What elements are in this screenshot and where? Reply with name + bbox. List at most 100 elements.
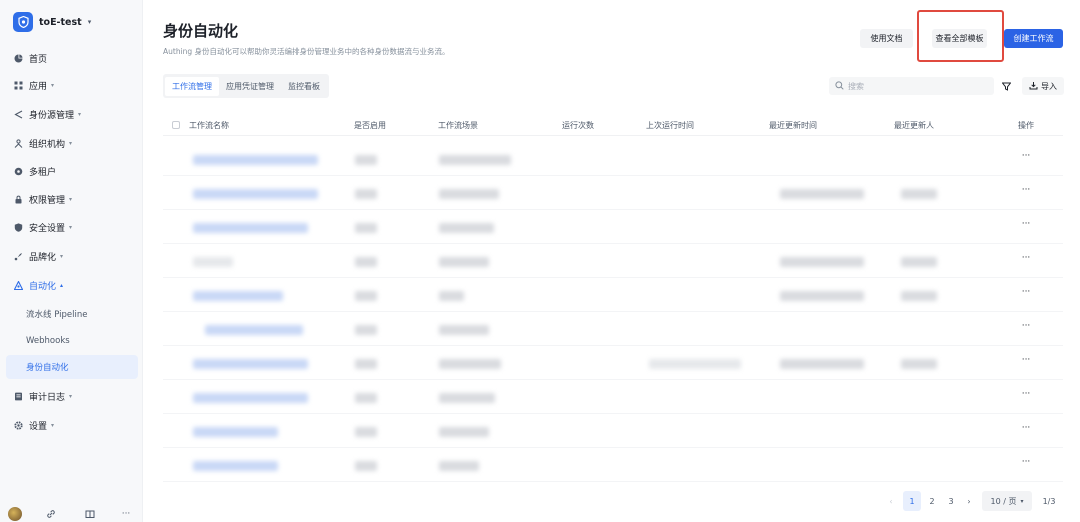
sidebar-item-label: 审计日志 — [29, 392, 66, 403]
prev-page-button[interactable]: ‹ — [884, 491, 898, 511]
row-more-button[interactable]: ··· — [1019, 321, 1033, 335]
tab-monitoring-dashboard[interactable]: 监控看板 — [281, 77, 327, 96]
search-icon — [835, 80, 844, 92]
row-more-button[interactable]: ··· — [1019, 355, 1033, 369]
grid-icon — [14, 81, 23, 90]
avatar[interactable] — [8, 507, 22, 521]
redacted-cell — [193, 427, 278, 437]
import-icon — [1029, 81, 1038, 92]
redacted-cell — [355, 189, 377, 199]
redacted-cell — [355, 257, 377, 267]
redacted-cell — [193, 359, 308, 369]
chevron-down-icon: ▾ — [69, 195, 73, 203]
chevron-down-icon: ▾ — [1020, 497, 1024, 505]
table-row[interactable]: ··· — [163, 143, 1063, 176]
org-icon — [14, 138, 23, 148]
sidebar-item-pipeline[interactable]: 流水线 Pipeline — [6, 302, 138, 326]
sidebar-item-multi-tenant[interactable]: 多租户 — [6, 159, 138, 183]
redacted-cell — [193, 189, 318, 199]
sidebar-item-label: 应用 — [29, 81, 48, 92]
sidebar: toE-test ▾ 首页 应用 ▾ 身份源管理 ▾ 组织机构 ▾ 多租户 权限… — [0, 0, 143, 522]
redacted-cell — [780, 257, 864, 267]
table-row[interactable]: ··· — [163, 313, 1063, 346]
table-row[interactable]: ··· — [163, 211, 1063, 244]
automation-icon — [14, 280, 23, 290]
table-row[interactable]: ··· — [163, 449, 1063, 482]
tenant-switcher[interactable]: toE-test ▾ — [13, 12, 91, 32]
search-input[interactable] — [848, 81, 988, 91]
column-header-name: 工作流名称 — [189, 121, 229, 130]
row-more-button[interactable]: ··· — [1019, 151, 1033, 165]
select-all-checkbox[interactable] — [172, 121, 180, 129]
row-more-button[interactable]: ··· — [1019, 389, 1033, 403]
create-workflow-button[interactable]: 创建工作流 — [1004, 29, 1063, 48]
sidebar-item-branding[interactable]: 品牌化 ▾ — [6, 244, 138, 268]
sidebar-item-audit-log[interactable]: 审计日志 ▾ — [6, 384, 138, 408]
sidebar-item-webhooks[interactable]: Webhooks — [6, 329, 138, 353]
page-button-2[interactable]: 2 — [924, 491, 940, 511]
redacted-cell — [780, 359, 864, 369]
sidebar-item-label: 组织机构 — [29, 139, 66, 150]
sidebar-item-label: 身份自动化 — [26, 363, 69, 373]
page-count: 1/3 — [1042, 496, 1056, 506]
page-size-value: 10 / 页 — [990, 496, 1017, 506]
sidebar-item-home[interactable]: 首页 — [6, 46, 138, 70]
chevron-up-icon: ▴ — [60, 281, 64, 289]
row-more-button[interactable]: ··· — [1019, 185, 1033, 199]
redacted-cell — [439, 223, 494, 233]
table-row[interactable]: ··· — [163, 245, 1063, 278]
sidebar-item-settings[interactable]: 设置 ▾ — [6, 413, 138, 437]
table-row[interactable]: ··· — [163, 279, 1063, 312]
row-more-button[interactable]: ··· — [1019, 457, 1033, 471]
sidebar-item-identity-sources[interactable]: 身份源管理 ▾ — [6, 102, 138, 126]
filter-icon[interactable] — [999, 78, 1013, 94]
next-page-button[interactable]: › — [962, 491, 976, 511]
row-more-button[interactable]: ··· — [1019, 287, 1033, 301]
docs-button[interactable]: 使用文档 — [860, 29, 913, 48]
tab-app-credentials[interactable]: 应用凭证管理 — [219, 77, 281, 96]
search-box — [829, 77, 994, 95]
redacted-cell — [439, 257, 489, 267]
book-icon[interactable] — [84, 508, 96, 520]
table-row[interactable]: ··· — [163, 347, 1063, 380]
table-row[interactable]: ··· — [163, 381, 1063, 414]
import-label: 导入 — [1041, 81, 1057, 91]
table-row[interactable]: ··· — [163, 415, 1063, 448]
chevron-down-icon: ▾ — [51, 421, 55, 429]
sidebar-item-identity-automation[interactable]: 身份自动化 — [6, 355, 138, 379]
chevron-down-icon: ▾ — [69, 139, 73, 147]
chevron-down-icon: ▾ — [78, 110, 82, 118]
redacted-cell — [355, 155, 377, 165]
sidebar-item-label: 安全设置 — [29, 223, 66, 234]
brush-icon — [14, 252, 23, 261]
sidebar-item-automation[interactable]: 自动化 ▴ — [6, 273, 138, 297]
sidebar-item-organization[interactable]: 组织机构 ▾ — [6, 131, 138, 155]
sidebar-item-apps[interactable]: 应用 ▾ — [6, 73, 138, 97]
table-row[interactable]: ··· — [163, 177, 1063, 210]
shield-icon — [14, 222, 23, 232]
redacted-cell — [355, 393, 377, 403]
column-header-scenario: 工作流场景 — [438, 121, 478, 130]
sidebar-item-label: 自动化 — [29, 281, 57, 292]
link-icon[interactable] — [45, 508, 57, 520]
redacted-cell — [205, 325, 303, 335]
page-size-select[interactable]: 10 / 页 ▾ — [982, 491, 1032, 511]
sidebar-item-security[interactable]: 安全设置 ▾ — [6, 215, 138, 239]
sidebar-item-permissions[interactable]: 权限管理 ▾ — [6, 187, 138, 211]
page-button-3[interactable]: 3 — [943, 491, 959, 511]
row-more-button[interactable]: ··· — [1019, 423, 1033, 437]
tab-workflow-management[interactable]: 工作流管理 — [165, 76, 219, 96]
row-more-button[interactable]: ··· — [1019, 253, 1033, 267]
sidebar-item-label: 流水线 Pipeline — [26, 310, 88, 320]
more-icon[interactable]: ··· — [120, 508, 132, 520]
gear-icon — [14, 420, 23, 430]
redacted-cell — [193, 393, 308, 403]
column-header-enabled: 是否启用 — [354, 121, 386, 130]
app-window: toE-test ▾ 首页 应用 ▾ 身份源管理 ▾ 组织机构 ▾ 多租户 权限… — [0, 0, 1080, 522]
redacted-cell — [439, 393, 495, 403]
import-button[interactable]: 导入 — [1022, 77, 1064, 95]
redacted-cell — [901, 359, 937, 369]
page-button-1[interactable]: 1 — [903, 491, 921, 511]
log-icon — [14, 392, 23, 401]
row-more-button[interactable]: ··· — [1019, 219, 1033, 233]
